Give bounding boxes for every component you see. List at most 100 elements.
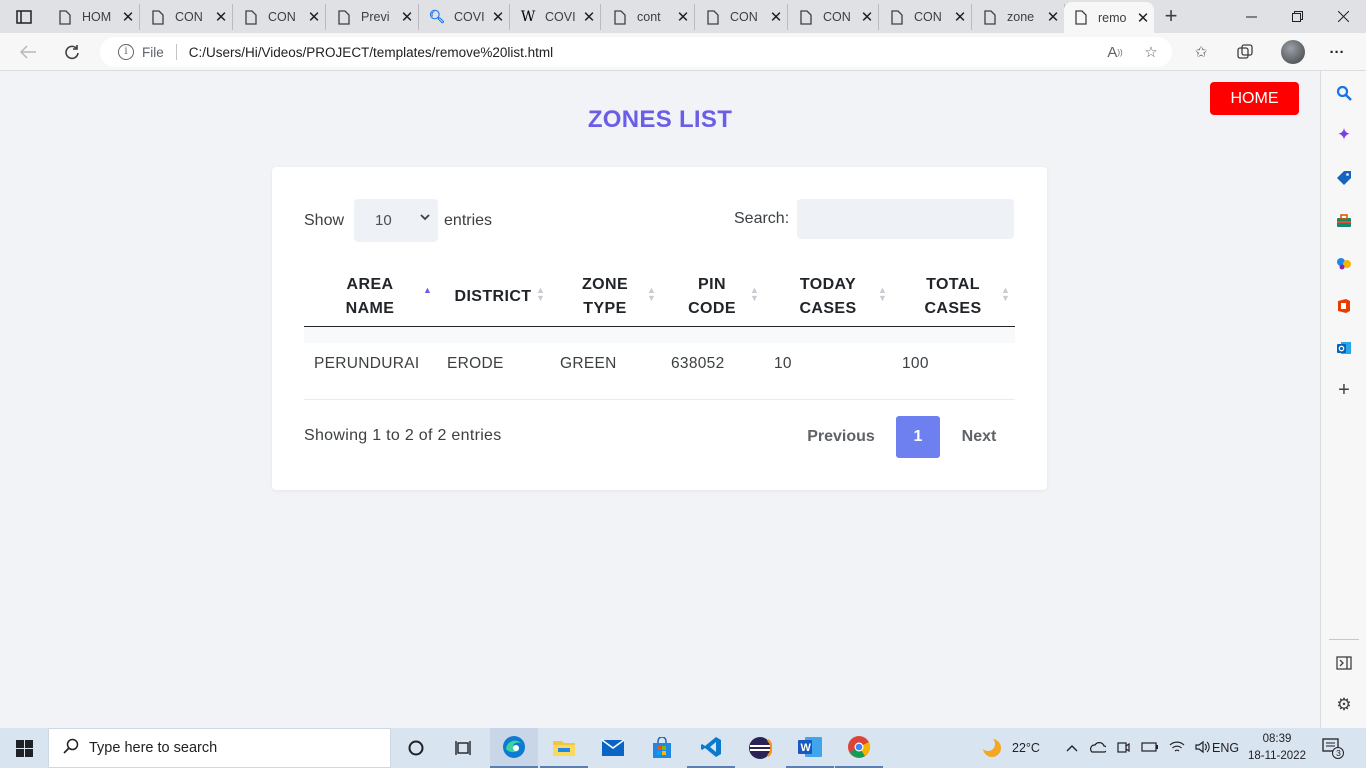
add-favorite-icon[interactable]: ☆ bbox=[1140, 41, 1162, 63]
close-icon[interactable]: ✕ bbox=[396, 8, 418, 26]
back-arrow-icon[interactable] bbox=[14, 38, 42, 66]
sort-icon[interactable]: ▲ ▼ bbox=[750, 286, 759, 303]
onedrive-icon[interactable] bbox=[1088, 741, 1108, 756]
collections-icon[interactable] bbox=[1234, 41, 1256, 63]
minimize-button[interactable] bbox=[1228, 0, 1274, 33]
column-header-zone-type[interactable]: ZONE TYPE bbox=[572, 266, 638, 327]
chrome-icon[interactable] bbox=[835, 728, 883, 768]
current-page-button[interactable]: 1 bbox=[896, 416, 940, 458]
tab-9[interactable]: CON ✕ bbox=[789, 4, 879, 30]
new-tab-button[interactable]: + bbox=[1158, 4, 1184, 30]
battery-icon[interactable] bbox=[1140, 741, 1159, 755]
close-icon[interactable]: ✕ bbox=[487, 8, 509, 26]
column-header-total-cases[interactable]: TOTAL CASES bbox=[916, 266, 990, 327]
settings-gear-icon[interactable]: ⚙ bbox=[1333, 694, 1355, 716]
address-bar[interactable]: i File C:/Users/Hi/Videos/PROJECT/templa… bbox=[100, 37, 1172, 67]
tab-2[interactable]: CON ✕ bbox=[141, 4, 233, 30]
office-icon[interactable] bbox=[1333, 295, 1355, 317]
tab-6[interactable]: W COVI ✕ bbox=[511, 4, 601, 30]
tab-8[interactable]: CON ✕ bbox=[696, 4, 788, 30]
read-aloud-icon[interactable]: A)) bbox=[1104, 41, 1126, 63]
close-icon[interactable]: ✕ bbox=[765, 8, 787, 26]
column-header-area-name[interactable]: AREA NAME bbox=[332, 266, 408, 327]
column-header-today-cases[interactable]: TODAY CASES bbox=[790, 266, 866, 327]
column-header-pin-code[interactable]: PIN CODE bbox=[680, 266, 744, 327]
close-icon[interactable]: ✕ bbox=[578, 8, 600, 26]
cortana-icon[interactable] bbox=[392, 728, 440, 768]
taskbar-clock[interactable]: 08:39 18-11-2022 bbox=[1245, 731, 1309, 765]
tab-12-active[interactable]: remo ✕ bbox=[1064, 2, 1154, 33]
taskbar-search-box[interactable]: Type here to search bbox=[48, 728, 391, 768]
entries-select[interactable]: 10 bbox=[354, 199, 439, 242]
close-icon[interactable]: ✕ bbox=[303, 8, 325, 26]
shopping-tag-icon[interactable] bbox=[1333, 167, 1355, 189]
profile-avatar[interactable] bbox=[1281, 40, 1305, 64]
url-text[interactable]: C:/Users/Hi/Videos/PROJECT/templates/rem… bbox=[189, 45, 553, 60]
table-row: PERUNDURAI ERODE GREEN 638052 10 100 bbox=[304, 343, 1015, 400]
close-icon[interactable]: ✕ bbox=[1042, 8, 1064, 26]
tab-4[interactable]: Previ ✕ bbox=[327, 4, 419, 30]
tab-title: CON bbox=[730, 10, 758, 24]
word-icon[interactable]: W bbox=[786, 728, 834, 768]
sort-ascending-icon[interactable]: ▲ bbox=[423, 286, 432, 295]
notification-count: 3 bbox=[1336, 748, 1341, 758]
refresh-icon[interactable] bbox=[58, 38, 86, 66]
wifi-icon[interactable] bbox=[1169, 740, 1185, 757]
tab-5[interactable]: 🔍︎ COVI ✕ bbox=[420, 4, 510, 30]
games-icon[interactable] bbox=[1333, 252, 1355, 274]
weather-widget[interactable]: 22°C bbox=[980, 728, 1040, 768]
entries-length-control: Show 10 entries bbox=[304, 199, 492, 242]
previous-page-button[interactable]: Previous bbox=[792, 416, 890, 458]
close-icon[interactable]: ✕ bbox=[672, 8, 694, 26]
discover-icon[interactable]: ✦ bbox=[1333, 124, 1355, 146]
file-explorer-icon[interactable] bbox=[540, 728, 588, 768]
sort-icon[interactable]: ▲ ▼ bbox=[536, 286, 545, 303]
info-icon[interactable]: i bbox=[118, 44, 134, 60]
hide-sidebar-icon[interactable] bbox=[1333, 652, 1355, 674]
close-window-button[interactable] bbox=[1320, 0, 1366, 33]
tab-7[interactable]: cont ✕ bbox=[603, 4, 695, 30]
tab-10[interactable]: CON ✕ bbox=[880, 4, 972, 30]
tab-actions-icon[interactable] bbox=[10, 7, 38, 27]
microsoft-store-icon[interactable] bbox=[638, 728, 686, 768]
meet-now-icon[interactable] bbox=[1116, 740, 1130, 757]
windows-taskbar: Type here to search W 22°C ENG 08:39 18-… bbox=[0, 728, 1366, 768]
next-page-button[interactable]: Next bbox=[946, 416, 1012, 458]
clock-time: 08:39 bbox=[1262, 733, 1292, 745]
task-view-icon[interactable] bbox=[440, 728, 488, 768]
close-icon[interactable]: ✕ bbox=[117, 8, 139, 26]
document-icon bbox=[890, 9, 904, 25]
chevron-up-icon[interactable] bbox=[1066, 741, 1078, 755]
close-icon[interactable]: ✕ bbox=[210, 8, 232, 26]
tab-title: COVI bbox=[454, 10, 485, 24]
eclipse-icon[interactable] bbox=[736, 728, 784, 768]
close-icon[interactable]: ✕ bbox=[856, 8, 878, 26]
sort-icon[interactable]: ▲ ▼ bbox=[1001, 286, 1010, 303]
windows-start-icon[interactable] bbox=[0, 728, 48, 768]
tab-11[interactable]: zone ✕ bbox=[973, 4, 1065, 30]
tools-icon[interactable] bbox=[1333, 210, 1355, 232]
close-icon[interactable]: ✕ bbox=[949, 8, 971, 26]
notification-center-icon[interactable]: 3 bbox=[1322, 737, 1344, 759]
search-icon[interactable] bbox=[1333, 82, 1355, 104]
sort-icon[interactable]: ▲ ▼ bbox=[878, 286, 887, 303]
tab-3[interactable]: CON ✕ bbox=[234, 4, 326, 30]
search-input[interactable] bbox=[797, 199, 1015, 239]
restore-button[interactable] bbox=[1274, 0, 1320, 33]
close-icon[interactable]: ✕ bbox=[1132, 9, 1154, 27]
volume-icon[interactable] bbox=[1195, 740, 1211, 757]
column-header-district[interactable]: DISTRICT bbox=[450, 266, 536, 327]
more-menu-icon[interactable]: ··· bbox=[1326, 41, 1348, 63]
edge-browser-icon[interactable] bbox=[490, 728, 538, 768]
vscode-icon[interactable] bbox=[687, 728, 735, 768]
table-row-spacer bbox=[304, 327, 1015, 343]
favorites-icon[interactable]: ✩ bbox=[1190, 41, 1212, 63]
language-indicator[interactable]: ENG bbox=[1212, 728, 1239, 768]
tab-1[interactable]: HOM ✕ bbox=[48, 4, 140, 30]
add-icon[interactable]: + bbox=[1333, 379, 1355, 401]
sort-icon[interactable]: ▲ ▼ bbox=[647, 286, 656, 303]
outlook-icon[interactable] bbox=[1333, 337, 1355, 359]
file-label: File bbox=[142, 44, 164, 60]
mail-icon[interactable] bbox=[589, 728, 637, 768]
entries-label: entries bbox=[444, 211, 493, 229]
